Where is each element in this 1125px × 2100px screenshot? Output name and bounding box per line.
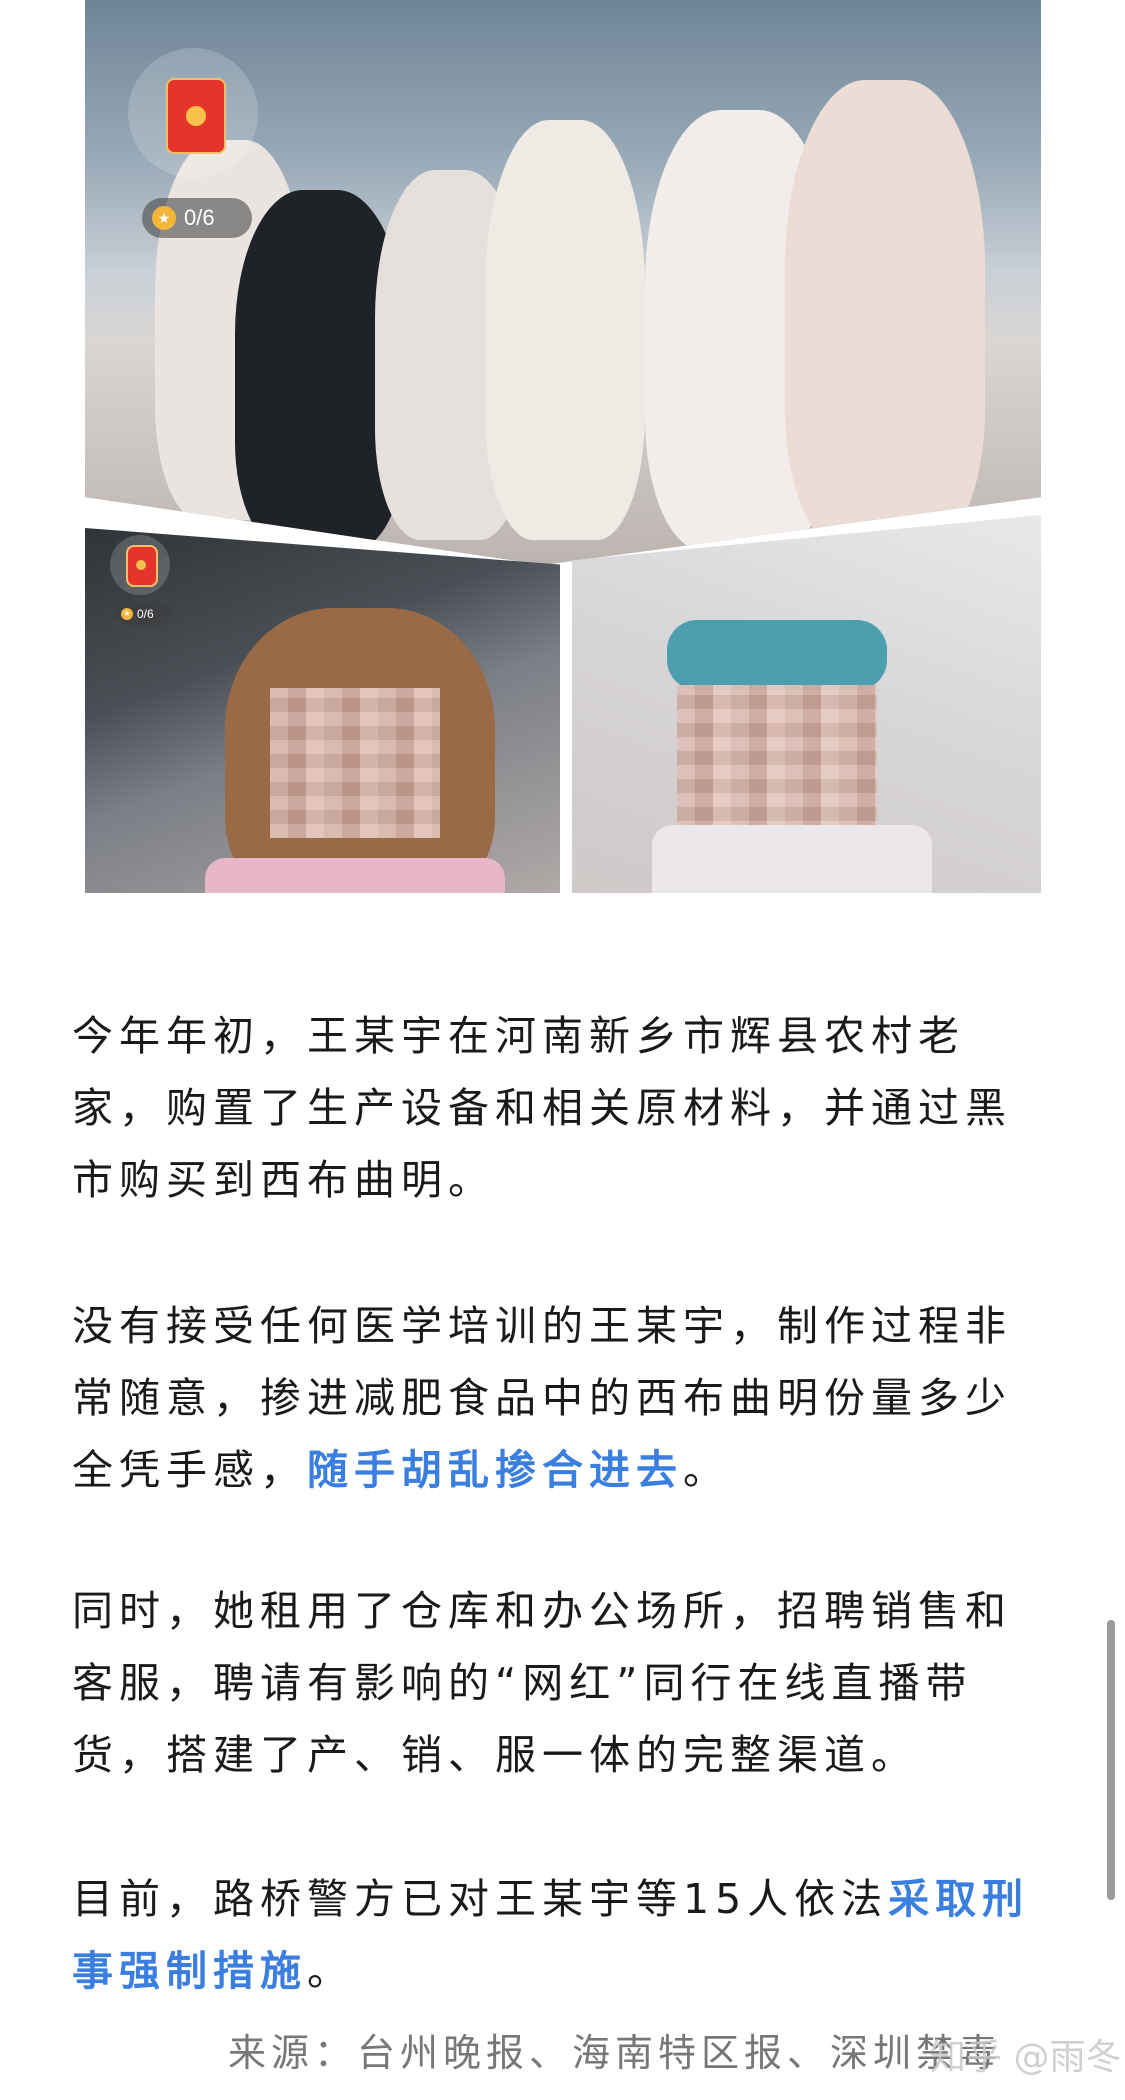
- clothing-shape: [652, 825, 932, 893]
- selfie-photo-right[interactable]: [572, 515, 1041, 893]
- person-figure: [485, 120, 645, 540]
- article-paragraph-3: 同时，她租用了仓库和办公场所，招聘销售和客服，聘请有影响的“网红”同行在线直播带…: [72, 1587, 1012, 1779]
- article-paragraph-4: 目前，路桥警方已对王某宇等15人依法采取刑事强制措施。: [72, 1863, 1052, 2007]
- highlighted-phrase: 随手胡乱掺合进去: [307, 1446, 683, 1494]
- reward-counter-small: ★ 0/6: [116, 603, 170, 625]
- reward-counter-text: 0/6: [184, 205, 215, 230]
- zhihu-watermark: 知乎 @雨冬: [930, 2037, 1122, 2078]
- seal-icon: [186, 106, 206, 126]
- red-packet-widget[interactable]: [128, 48, 258, 178]
- scrollbar-thumb[interactable]: [1107, 1620, 1115, 1900]
- clothing-shape: [205, 858, 505, 893]
- red-packet-widget-small[interactable]: [110, 535, 170, 595]
- reward-counter-text: 0/6: [137, 607, 154, 621]
- paragraph-text: 目前，路桥警方已对王某宇等15人依法: [72, 1875, 889, 1923]
- pixelated-face: [270, 688, 440, 838]
- source-credit: 来源：台州晚报、海南特区报、深圳禁毒: [228, 2031, 1003, 2075]
- red-packet-icon: [126, 545, 158, 587]
- paragraph-text: 。: [307, 1947, 354, 1995]
- coin-icon: ★: [152, 206, 176, 230]
- seal-icon: [136, 560, 146, 570]
- person-figure: [785, 80, 985, 550]
- paragraph-text: 。: [683, 1446, 730, 1494]
- reward-counter: ★ 0/6: [142, 198, 252, 238]
- red-packet-icon: [166, 78, 226, 154]
- article-paragraph-1: 今年年初，王某宇在河南新乡市辉县农村老家，购置了生产设备和相关原材料，并通过黑市…: [72, 1012, 1012, 1204]
- pixelated-face: [677, 685, 877, 835]
- article-paragraph-2: 没有接受任何医学培训的王某宇，制作过程非常随意，掺进减肥食品中的西布曲明份量多少…: [72, 1290, 1052, 1506]
- coin-icon: ★: [121, 608, 133, 620]
- photo-collage: ★ 0/6 ★ 0/6: [80, 0, 1046, 900]
- headband-shape: [667, 620, 887, 690]
